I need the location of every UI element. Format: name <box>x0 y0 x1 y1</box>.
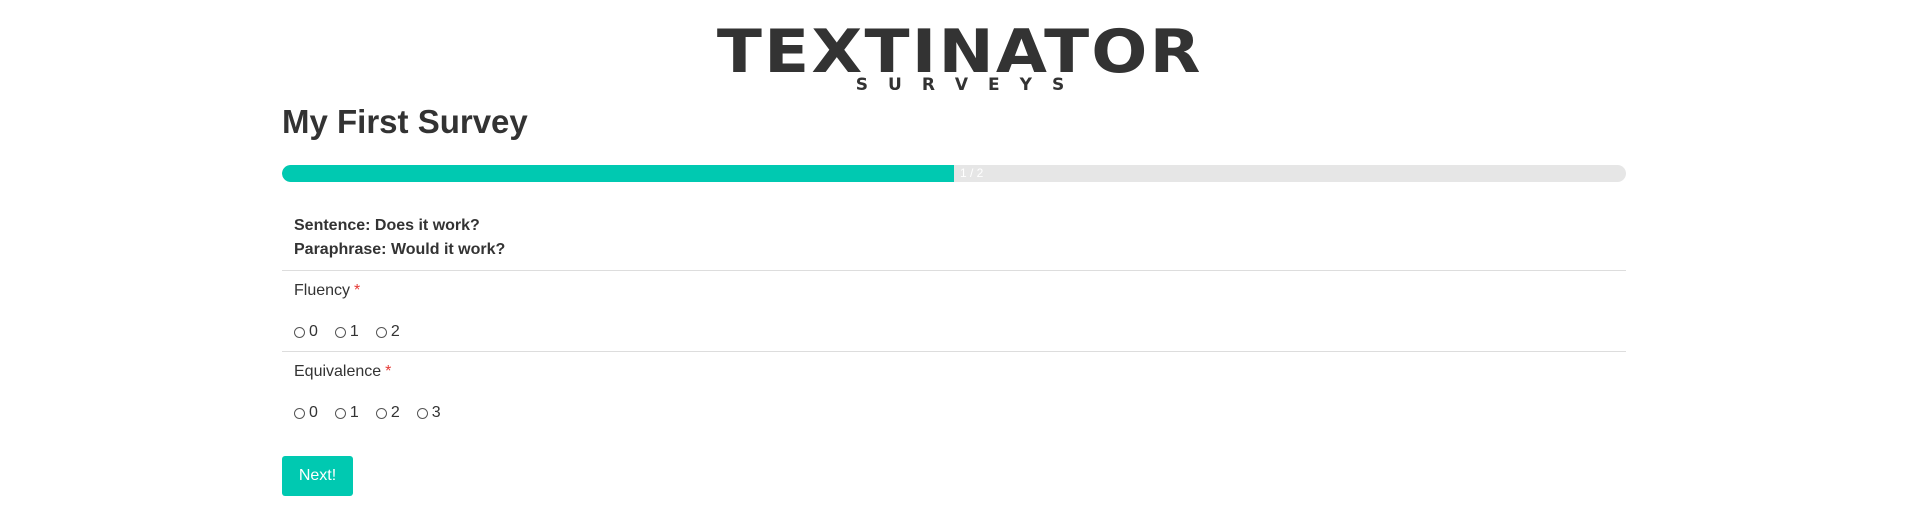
option-label: 0 <box>309 323 318 340</box>
divider <box>282 270 1626 271</box>
required-marker: * <box>385 363 392 380</box>
question-label-text: Equivalence <box>294 363 382 380</box>
fluency-option-1[interactable]: 1 <box>334 322 359 342</box>
radio-button[interactable] <box>416 407 428 419</box>
progress-text: 1 / 2 <box>960 166 984 180</box>
survey-page: TEXTINATOR SURVEYS My First Survey 1 / 2… <box>0 0 1920 528</box>
next-button[interactable]: Next! <box>282 456 353 496</box>
equivalence-option-2[interactable]: 2 <box>375 403 400 423</box>
fluency-option-2[interactable]: 2 <box>375 322 400 342</box>
item-text: Sentence: Does it work? Paraphrase: Woul… <box>294 214 505 262</box>
divider <box>282 351 1626 352</box>
paraphrase-text: Paraphrase: Would it work? <box>294 241 506 258</box>
equivalence-option-1[interactable]: 1 <box>334 403 359 423</box>
radio-button[interactable] <box>294 326 305 338</box>
radio-button[interactable] <box>375 407 387 419</box>
fluency-option-0[interactable]: 0 <box>294 322 318 342</box>
equivalence-option-0[interactable]: 0 <box>294 403 318 423</box>
progress-fill <box>282 165 954 182</box>
fluency-options: 0 1 2 <box>294 322 417 342</box>
option-label: 0 <box>309 404 318 421</box>
option-label: 3 <box>431 404 441 421</box>
logo-title: TEXTINATOR <box>717 17 1203 87</box>
option-label: 1 <box>349 323 359 340</box>
question-label-equivalence: Equivalence * <box>294 362 391 382</box>
radio-button[interactable] <box>334 326 346 338</box>
textinator-logo: TEXTINATOR SURVEYS <box>0 22 1920 94</box>
sentence-text: Sentence: Does it work? <box>294 217 480 234</box>
required-marker: * <box>354 282 361 299</box>
radio-button[interactable] <box>294 407 305 419</box>
radio-button[interactable] <box>334 407 346 419</box>
option-label: 2 <box>390 404 400 421</box>
question-label-text: Fluency <box>294 282 351 299</box>
radio-button[interactable] <box>375 326 387 338</box>
question-label-fluency: Fluency * <box>294 281 360 301</box>
equivalence-options: 0 1 2 3 <box>294 403 458 423</box>
equivalence-option-3[interactable]: 3 <box>416 403 441 423</box>
page-title: My First Survey <box>282 103 528 140</box>
option-label: 1 <box>349 404 359 421</box>
option-label: 2 <box>390 323 400 340</box>
progress-bar: 1 / 2 <box>282 165 1626 182</box>
